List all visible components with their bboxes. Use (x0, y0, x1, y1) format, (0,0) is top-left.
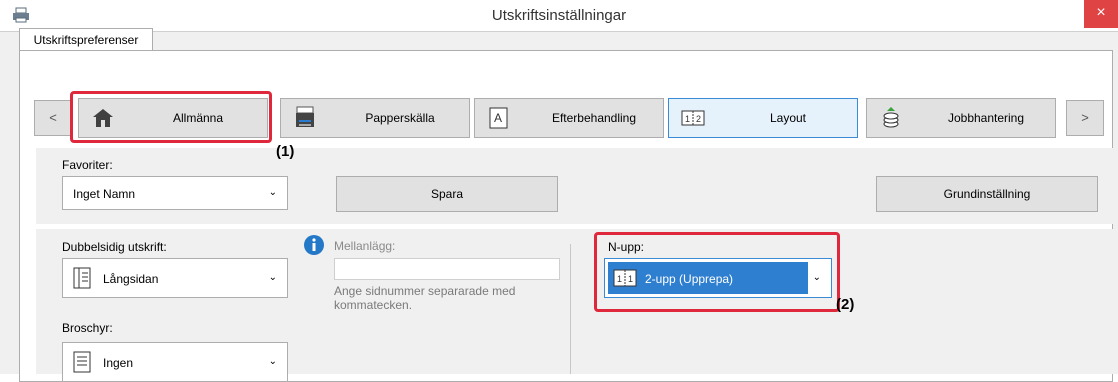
booklet-value: Ingen (103, 356, 134, 370)
category-efterbehandling-button[interactable]: A Efterbehandling (474, 98, 664, 138)
close-button[interactable]: × (1084, 0, 1118, 28)
category-label: Jobbhantering (947, 111, 1025, 125)
duplex-value: Långsidan (103, 272, 159, 286)
svg-text:1: 1 (685, 114, 690, 124)
callout-2: (2) (836, 296, 855, 313)
long-edge-binding-icon (73, 267, 91, 289)
save-button[interactable]: Spara (336, 176, 558, 212)
booklet-label: Broschyr: (62, 321, 113, 335)
duplex-label: Dubbelsidig utskrift: (62, 240, 167, 254)
chevron-down-icon: ⌄ (268, 356, 277, 367)
callout-1: (1) (276, 143, 295, 160)
nav-next-button[interactable]: > (1066, 100, 1104, 136)
category-label: Papperskälla (365, 111, 435, 125)
category-papperskalla-button[interactable]: Papperskälla (280, 98, 470, 138)
booklet-select[interactable]: Ingen ⌄ (62, 342, 288, 382)
default-settings-button[interactable]: Grundinställning (876, 176, 1098, 212)
category-label: Efterbehandling (551, 111, 637, 125)
tab-utskriftspreferenser[interactable]: Utskriftspreferenser (19, 28, 153, 51)
svg-text:A: A (494, 111, 502, 125)
chevron-down-icon: ⌄ (268, 272, 277, 283)
printer-tray-icon (296, 106, 314, 127)
insert-pages-input[interactable] (334, 258, 560, 280)
nav-prev-button[interactable]: < (34, 100, 72, 136)
booklet-none-icon (73, 351, 91, 373)
title-bar: Utskriftsinställningar × (0, 0, 1118, 32)
svg-text:2: 2 (696, 114, 701, 124)
chevron-down-icon: ⌄ (268, 187, 277, 198)
insert-hint-line1: Ange sidnummer separarade med (334, 284, 516, 298)
print-settings-window: Utskriftsinställningar × Utskriftsprefer… (0, 0, 1118, 382)
highlight-nup-select (594, 232, 840, 312)
job-stack-icon (883, 107, 899, 128)
favorites-label: Favoriter: (62, 158, 113, 172)
category-layout-button[interactable]: 1 2 Layout (668, 98, 858, 138)
section-divider (570, 244, 571, 374)
category-label: Layout (769, 111, 807, 125)
insert-label: Mellanlägg: (334, 239, 396, 253)
finishing-icon: A (489, 107, 508, 129)
window-title: Utskriftsinställningar (491, 7, 627, 24)
highlight-general-button (70, 91, 272, 143)
favorites-value: Inget Namn (73, 187, 136, 201)
insert-hint-line2: kommatecken. (334, 298, 413, 312)
favorites-select[interactable]: Inget Namn ⌄ (62, 176, 288, 210)
info-icon (304, 235, 324, 255)
category-jobbhantering-button[interactable]: Jobbhantering (866, 98, 1056, 138)
layout-icon: 1 2 (681, 110, 705, 126)
duplex-select[interactable]: Långsidan ⌄ (62, 258, 288, 298)
